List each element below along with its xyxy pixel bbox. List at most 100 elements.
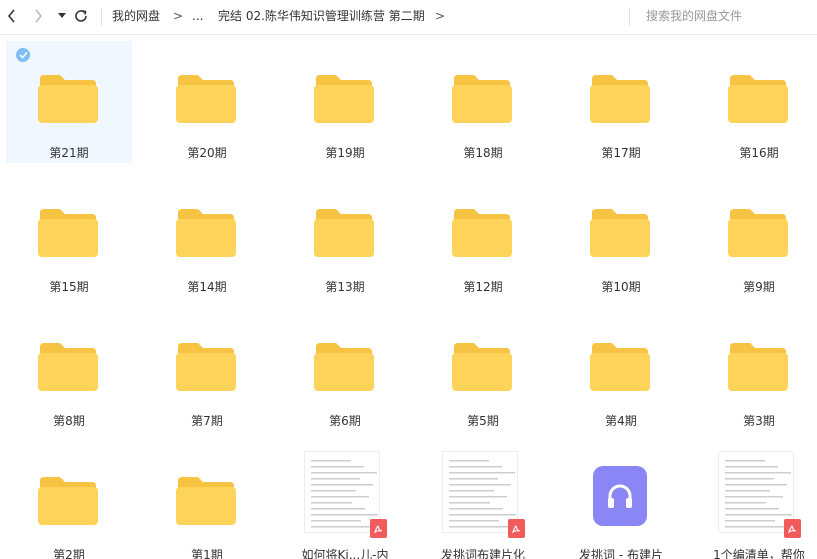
- folder-icon: [452, 75, 512, 123]
- folder-icon: [38, 475, 98, 525]
- item-label: 第21期: [49, 146, 89, 160]
- folder-item[interactable]: 第14期: [144, 175, 270, 297]
- selected-check-icon[interactable]: [16, 48, 30, 62]
- folder-item[interactable]: 第5期: [420, 309, 546, 431]
- file-item[interactable]: 如何将Ki...儿-内: [282, 443, 408, 559]
- item-label: 1个编清单，帮你: [713, 548, 805, 559]
- folder-item[interactable]: 第6期: [282, 309, 408, 431]
- item-label: 第1期: [191, 548, 223, 559]
- refresh-icon: [75, 10, 87, 22]
- folder-icon: [176, 475, 236, 525]
- folder-item[interactable]: 第16期: [696, 41, 817, 163]
- folder-icon: [452, 73, 512, 123]
- folder-icon: [38, 477, 98, 525]
- folder-icon: [38, 75, 98, 123]
- folder-icon: [728, 209, 788, 257]
- forward-button[interactable]: [28, 6, 48, 26]
- folder-icon: [314, 343, 374, 391]
- history-dropdown-button[interactable]: [52, 6, 72, 26]
- item-label: 第2期: [53, 548, 85, 559]
- search-input[interactable]: 搜索我的网盘文件: [646, 8, 742, 24]
- item-label: 第13期: [325, 280, 365, 294]
- item-label: 第7期: [191, 414, 223, 428]
- item-label: 第10期: [601, 280, 641, 294]
- folder-icon: [314, 209, 374, 257]
- folder-icon: [452, 207, 512, 257]
- file-item[interactable]: 发挑词布建片化: [420, 443, 546, 559]
- item-label: 第19期: [325, 146, 365, 160]
- item-label: 第5期: [467, 414, 499, 428]
- folder-icon: [176, 209, 236, 257]
- item-label: 第12期: [463, 280, 503, 294]
- file-grid: 第21期 第20期 第19期 第18期 第17期 第16期第15期 第14期 第13期 第12期…: [0, 35, 817, 559]
- folder-icon: [728, 341, 788, 391]
- pdf-icon: [508, 519, 525, 538]
- back-button[interactable]: [2, 6, 22, 26]
- refresh-button[interactable]: [71, 6, 91, 26]
- folder-icon: [728, 75, 788, 123]
- folder-icon: [452, 209, 512, 257]
- folder-item[interactable]: 第1期: [144, 443, 270, 559]
- breadcrumb-root[interactable]: 我的网盘: [112, 8, 160, 24]
- file-item[interactable]: 发挑词 - 布建片: [558, 443, 684, 559]
- breadcrumb-ellipsis[interactable]: ...: [192, 8, 203, 24]
- pdf-thumbnail: [718, 451, 794, 533]
- folder-item[interactable]: 第18期: [420, 41, 546, 163]
- file-item[interactable]: 1个编清单，帮你: [696, 443, 817, 559]
- folder-icon: [176, 477, 236, 525]
- folder-item[interactable]: 第2期: [6, 443, 132, 559]
- folder-icon: [590, 75, 650, 123]
- folder-icon: [728, 207, 788, 257]
- folder-icon: [452, 343, 512, 391]
- pdf-thumbnail: [304, 451, 380, 533]
- folder-icon: [590, 209, 650, 257]
- chevron-right-icon: [35, 9, 43, 23]
- folder-icon: [38, 343, 98, 391]
- item-label: 第16期: [739, 146, 779, 160]
- item-label: 第15期: [49, 280, 89, 294]
- folder-item[interactable]: 第19期: [282, 41, 408, 163]
- folder-icon: [176, 75, 236, 123]
- folder-item[interactable]: 第3期: [696, 309, 817, 431]
- toolbar: 我的网盘 > ... 完结 02.陈华伟知识管理训练营 第二期 > 搜索我的网盘…: [0, 0, 817, 34]
- item-label: 第4期: [605, 414, 637, 428]
- folder-icon: [590, 73, 650, 123]
- item-label: 第8期: [53, 414, 85, 428]
- item-label: 第14期: [187, 280, 227, 294]
- item-label: 发挑词布建片化: [440, 548, 525, 559]
- breadcrumb-current[interactable]: 完结 02.陈华伟知识管理训练营 第二期: [218, 8, 425, 24]
- folder-item[interactable]: 第8期: [6, 309, 132, 431]
- item-label: 第6期: [329, 414, 361, 428]
- breadcrumb-separator: >: [173, 9, 184, 23]
- folder-icon: [176, 73, 236, 123]
- chevron-left-icon: [7, 9, 15, 23]
- item-label: 第18期: [463, 146, 503, 160]
- item-label: 第3期: [743, 414, 775, 428]
- folder-item[interactable]: 第12期: [420, 175, 546, 297]
- folder-icon: [452, 341, 512, 391]
- folder-item[interactable]: 第13期: [282, 175, 408, 297]
- folder-item[interactable]: 第7期: [144, 309, 270, 431]
- item-label: 第20期: [187, 146, 227, 160]
- folder-item[interactable]: 第21期: [6, 41, 132, 163]
- folder-item[interactable]: 第10期: [558, 175, 684, 297]
- folder-item[interactable]: 第20期: [144, 41, 270, 163]
- folder-item[interactable]: 第15期: [6, 175, 132, 297]
- item-label: 第17期: [601, 146, 641, 160]
- folder-item[interactable]: 第17期: [558, 41, 684, 163]
- folder-icon: [590, 207, 650, 257]
- folder-item[interactable]: 第9期: [696, 175, 817, 297]
- folder-icon: [176, 341, 236, 391]
- folder-icon: [590, 343, 650, 391]
- pdf-icon: [370, 519, 387, 538]
- item-label: 如何将Ki...儿-内: [301, 548, 389, 559]
- folder-icon: [314, 75, 374, 123]
- pdf-icon: [784, 519, 801, 538]
- folder-icon: [728, 343, 788, 391]
- folder-icon: [314, 73, 374, 123]
- folder-icon: [176, 343, 236, 391]
- folder-icon: [590, 341, 650, 391]
- folder-icon: [38, 207, 98, 257]
- folder-item[interactable]: 第4期: [558, 309, 684, 431]
- caret-down-icon: [58, 13, 66, 18]
